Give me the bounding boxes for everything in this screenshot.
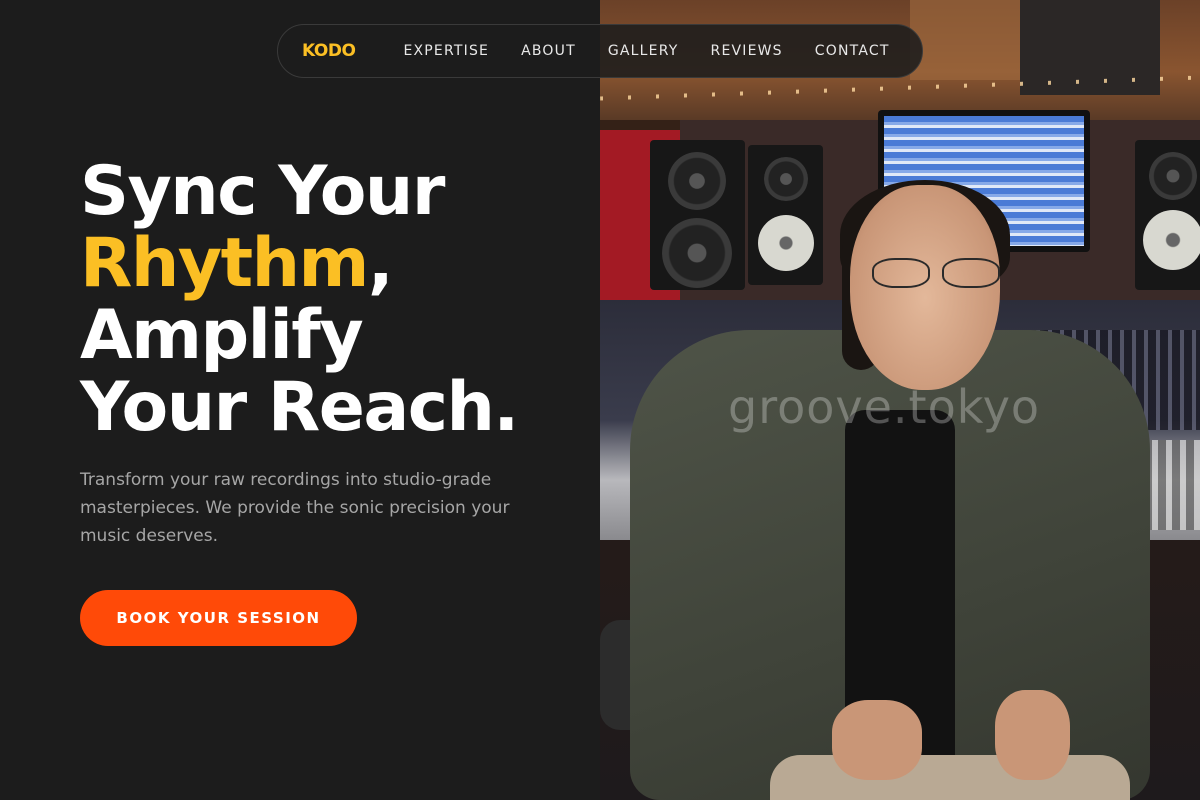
person-hand-left bbox=[832, 700, 922, 780]
headline-line-1: Sync Your bbox=[80, 152, 445, 231]
nav-link-gallery[interactable]: GALLERY bbox=[608, 43, 679, 59]
headline-comma: , bbox=[367, 224, 394, 303]
person-hand-right bbox=[995, 690, 1070, 780]
studio-speaker-center bbox=[748, 145, 823, 285]
headline-accent-word: Rhythm bbox=[80, 224, 369, 303]
hero-photo: groove.tokyo bbox=[600, 0, 1200, 800]
brand-logo[interactable]: KODO bbox=[302, 41, 356, 61]
nav-link-expertise[interactable]: EXPERTISE bbox=[403, 43, 489, 59]
top-navigation: KODO EXPERTISE ABOUT GALLERY REVIEWS CON… bbox=[277, 24, 923, 78]
hero-subtitle: Transform your raw recordings into studi… bbox=[80, 470, 510, 546]
nav-link-contact[interactable]: CONTACT bbox=[815, 43, 890, 59]
person-pants bbox=[770, 755, 1130, 800]
nav-link-reviews[interactable]: REVIEWS bbox=[711, 43, 783, 59]
headline-line-4: Your Reach. bbox=[80, 368, 519, 447]
nav-link-about[interactable]: ABOUT bbox=[521, 43, 576, 59]
photo-watermark: groove.tokyo bbox=[728, 380, 1041, 434]
studio-speaker-right bbox=[1135, 140, 1200, 290]
hero-left-panel: Sync Your Rhythm, Amplify Your Reach. Tr… bbox=[0, 0, 600, 800]
glasses bbox=[872, 258, 1002, 290]
studio-speaker-left bbox=[650, 140, 745, 290]
headline-line-3: Amplify bbox=[80, 296, 364, 375]
book-session-button[interactable]: BOOK YOUR SESSION bbox=[80, 590, 357, 646]
hero-headline: Sync Your Rhythm, Amplify Your Reach. bbox=[80, 156, 580, 444]
